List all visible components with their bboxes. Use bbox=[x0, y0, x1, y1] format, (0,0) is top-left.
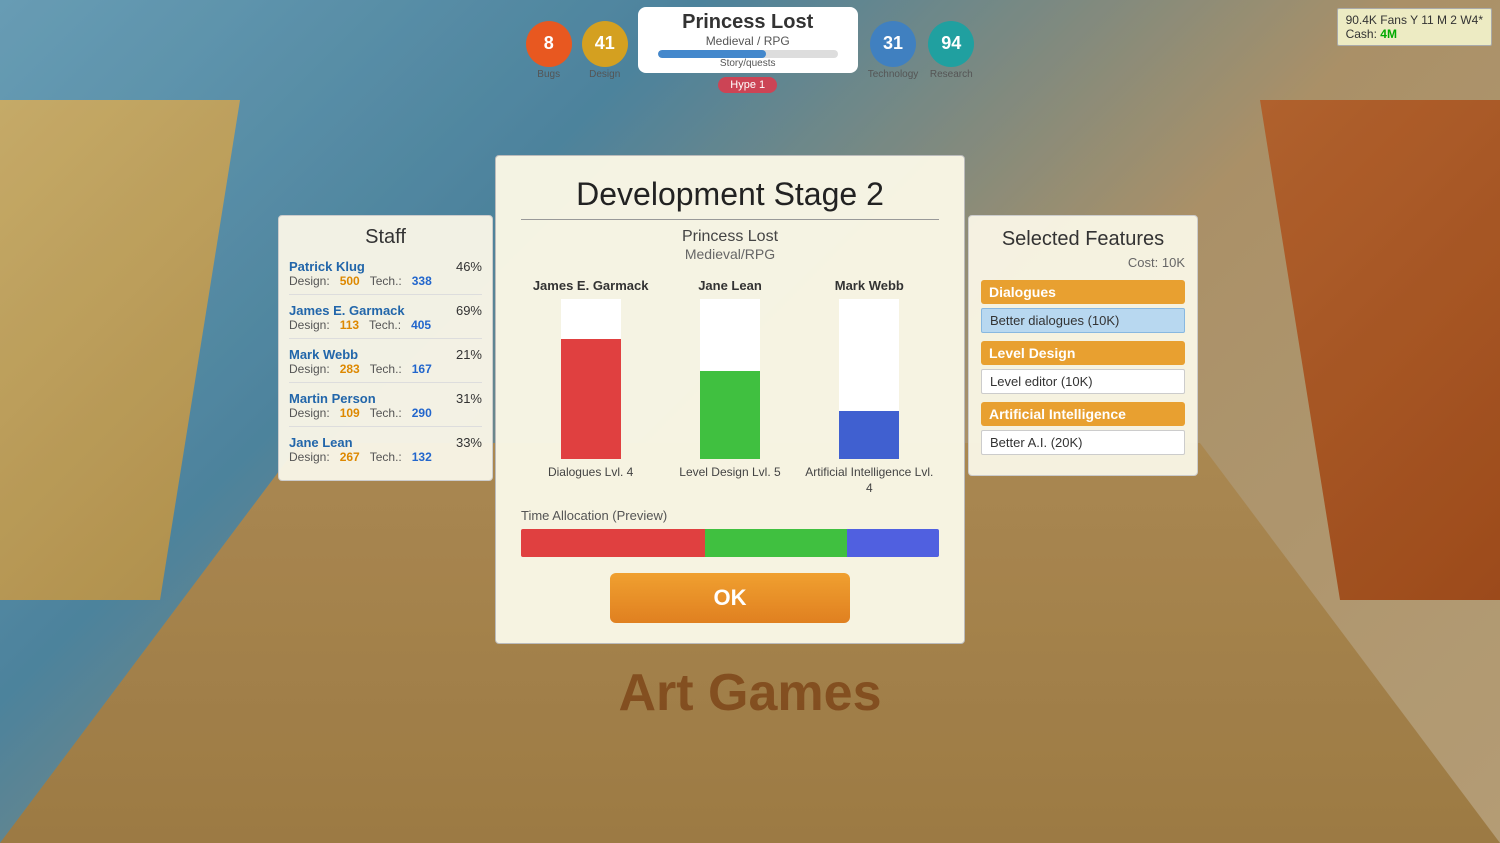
worker-bar-0 bbox=[561, 299, 621, 459]
progress-fill bbox=[658, 50, 766, 58]
staff-name-3: Martin Person bbox=[289, 391, 376, 406]
staff-tech-val-2: 167 bbox=[412, 362, 432, 376]
staff-tech-label-0: Tech.: bbox=[370, 274, 402, 288]
design-label: Design bbox=[589, 69, 620, 80]
worker-bar-empty-top-1 bbox=[700, 299, 760, 315]
ok-button[interactable]: OK bbox=[610, 573, 850, 623]
bugs-badge-wrapper: 8 Bugs bbox=[526, 21, 572, 80]
staff-name-0: Patrick Klug bbox=[289, 259, 365, 274]
staff-pct-1: 69% bbox=[456, 303, 482, 318]
dev-game-name: Princess Lost bbox=[521, 228, 939, 246]
staff-allocation: James E. Garmack Dialogues Lvl. 4 Jane L… bbox=[521, 278, 939, 496]
staff-name-4: Jane Lean bbox=[289, 435, 353, 450]
worker-bar-fill-1 bbox=[700, 371, 760, 459]
dev-dialog-title: Development Stage 2 bbox=[521, 176, 939, 213]
feature-item-2-0[interactable]: Better A.I. (20K) bbox=[981, 430, 1185, 455]
worker-name-0: James E. Garmack bbox=[526, 278, 656, 293]
feature-category-0: Dialogues bbox=[981, 280, 1185, 304]
features-cost: Cost: 10K bbox=[981, 255, 1185, 270]
staff-tech-val-1: 405 bbox=[411, 318, 431, 332]
worker-col-2: Mark Webb Artificial Intelligence Lvl. 4 bbox=[804, 278, 934, 496]
staff-name-2: Mark Webb bbox=[289, 347, 358, 362]
staff-pct-0: 46% bbox=[456, 259, 482, 274]
dev-dialog-divider bbox=[521, 219, 939, 220]
progress-label: Story/quests bbox=[658, 58, 838, 69]
progress-container: Story/quests bbox=[658, 50, 838, 69]
time-alloc-bar bbox=[521, 529, 939, 557]
worker-bar-empty-0 bbox=[561, 299, 621, 339]
staff-design-val-4: 267 bbox=[340, 450, 360, 464]
bugs-badge: 8 bbox=[526, 21, 572, 67]
technology-badge: 31 bbox=[870, 21, 916, 67]
staff-row-2: Mark Webb 21% Design: 283 Tech.: 167 bbox=[289, 347, 482, 383]
worker-label-2: Artificial Intelligence Lvl. 4 bbox=[804, 465, 934, 496]
design-badge: 41 bbox=[582, 21, 628, 67]
staff-design-val-1: 113 bbox=[340, 318, 359, 332]
staff-design-val-0: 500 bbox=[340, 274, 360, 288]
hype-label: Hype 1 bbox=[718, 77, 777, 93]
staff-design-label-0: Design: bbox=[289, 274, 330, 288]
worker-label-0: Dialogues Lvl. 4 bbox=[526, 465, 656, 481]
game-genre: Medieval / RPG bbox=[658, 34, 838, 48]
game-title-box: Princess Lost Medieval / RPG Story/quest… bbox=[638, 7, 858, 73]
time-alloc-label: Time Allocation (Preview) bbox=[521, 508, 939, 523]
research-badge: 94 bbox=[928, 21, 974, 67]
worker-col-0: James E. Garmack Dialogues Lvl. 4 bbox=[526, 278, 656, 496]
worker-name-2: Mark Webb bbox=[804, 278, 934, 293]
hud-cash-value: 4M bbox=[1380, 27, 1397, 41]
feature-category-1: Level Design bbox=[981, 341, 1185, 365]
worker-bar-1 bbox=[700, 299, 760, 459]
technology-label: Technology bbox=[868, 69, 919, 80]
staff-pct-3: 31% bbox=[456, 391, 482, 406]
staff-name-1: James E. Garmack bbox=[289, 303, 405, 318]
staff-title: Staff bbox=[289, 226, 482, 249]
technology-section: 31 Technology bbox=[868, 21, 919, 80]
staff-design-val-2: 283 bbox=[340, 362, 360, 376]
time-seg-blue bbox=[847, 529, 939, 557]
staff-tech-val-0: 338 bbox=[412, 274, 432, 288]
hud-cash-label: Cash: bbox=[1346, 27, 1377, 41]
worker-label-1: Level Design Lvl. 5 bbox=[665, 465, 795, 481]
staff-pct-4: 33% bbox=[456, 435, 482, 450]
bugs-label: Bugs bbox=[537, 69, 560, 80]
worker-col-1: Jane Lean Level Design Lvl. 5 bbox=[665, 278, 795, 496]
worker-bar-fill-0 bbox=[561, 339, 621, 459]
feature-item-0-0[interactable]: Better dialogues (10K) bbox=[981, 308, 1185, 333]
hud-cash-row: Cash: 4M bbox=[1346, 27, 1483, 41]
dev-dialog: Development Stage 2 Princess Lost Mediev… bbox=[495, 155, 965, 644]
worker-bar-gap-1 bbox=[700, 315, 760, 371]
game-title-section: Princess Lost Medieval / RPG Story/quest… bbox=[638, 7, 858, 93]
worker-bar-fill-2 bbox=[839, 411, 899, 459]
staff-tech-val-4: 132 bbox=[412, 450, 432, 464]
game-title: Princess Lost bbox=[658, 11, 838, 34]
time-seg-red bbox=[521, 529, 705, 557]
worker-bar-empty-2 bbox=[839, 299, 899, 411]
staff-row-1: James E. Garmack 69% Design: 113 Tech.: … bbox=[289, 303, 482, 339]
staff-panel: Staff Patrick Klug 46% Design: 500 Tech.… bbox=[278, 215, 493, 481]
hud-panel: 90.4K Fans Y 11 M 2 W4* Cash: 4M bbox=[1337, 8, 1492, 46]
staff-design-val-3: 109 bbox=[340, 406, 360, 420]
worker-name-1: Jane Lean bbox=[665, 278, 795, 293]
design-section: 41 Design bbox=[582, 21, 628, 80]
time-seg-green bbox=[705, 529, 847, 557]
staff-row-4: Jane Lean 33% Design: 267 Tech.: 132 bbox=[289, 435, 482, 470]
feature-item-1-0[interactable]: Level editor (10K) bbox=[981, 369, 1185, 394]
dev-game-genre: Medieval/RPG bbox=[521, 246, 939, 262]
staff-tech-val-3: 290 bbox=[412, 406, 432, 420]
research-badge-wrapper: 94 Research bbox=[928, 21, 974, 80]
research-label: Research bbox=[930, 69, 973, 80]
features-panel: Selected Features Cost: 10K Dialogues Be… bbox=[968, 215, 1198, 476]
feature-category-2: Artificial Intelligence bbox=[981, 402, 1185, 426]
progress-bg bbox=[658, 50, 838, 58]
worker-bar-2 bbox=[839, 299, 899, 459]
top-bar: 8 Bugs 41 Design Princess Lost Medieval … bbox=[0, 0, 1500, 100]
staff-pct-2: 21% bbox=[456, 347, 482, 362]
staff-row-0: Patrick Klug 46% Design: 500 Tech.: 338 bbox=[289, 259, 482, 295]
hud-fans: 90.4K Fans Y 11 M 2 W4* bbox=[1346, 13, 1483, 27]
staff-row-3: Martin Person 31% Design: 109 Tech.: 290 bbox=[289, 391, 482, 427]
features-title: Selected Features bbox=[981, 228, 1185, 251]
